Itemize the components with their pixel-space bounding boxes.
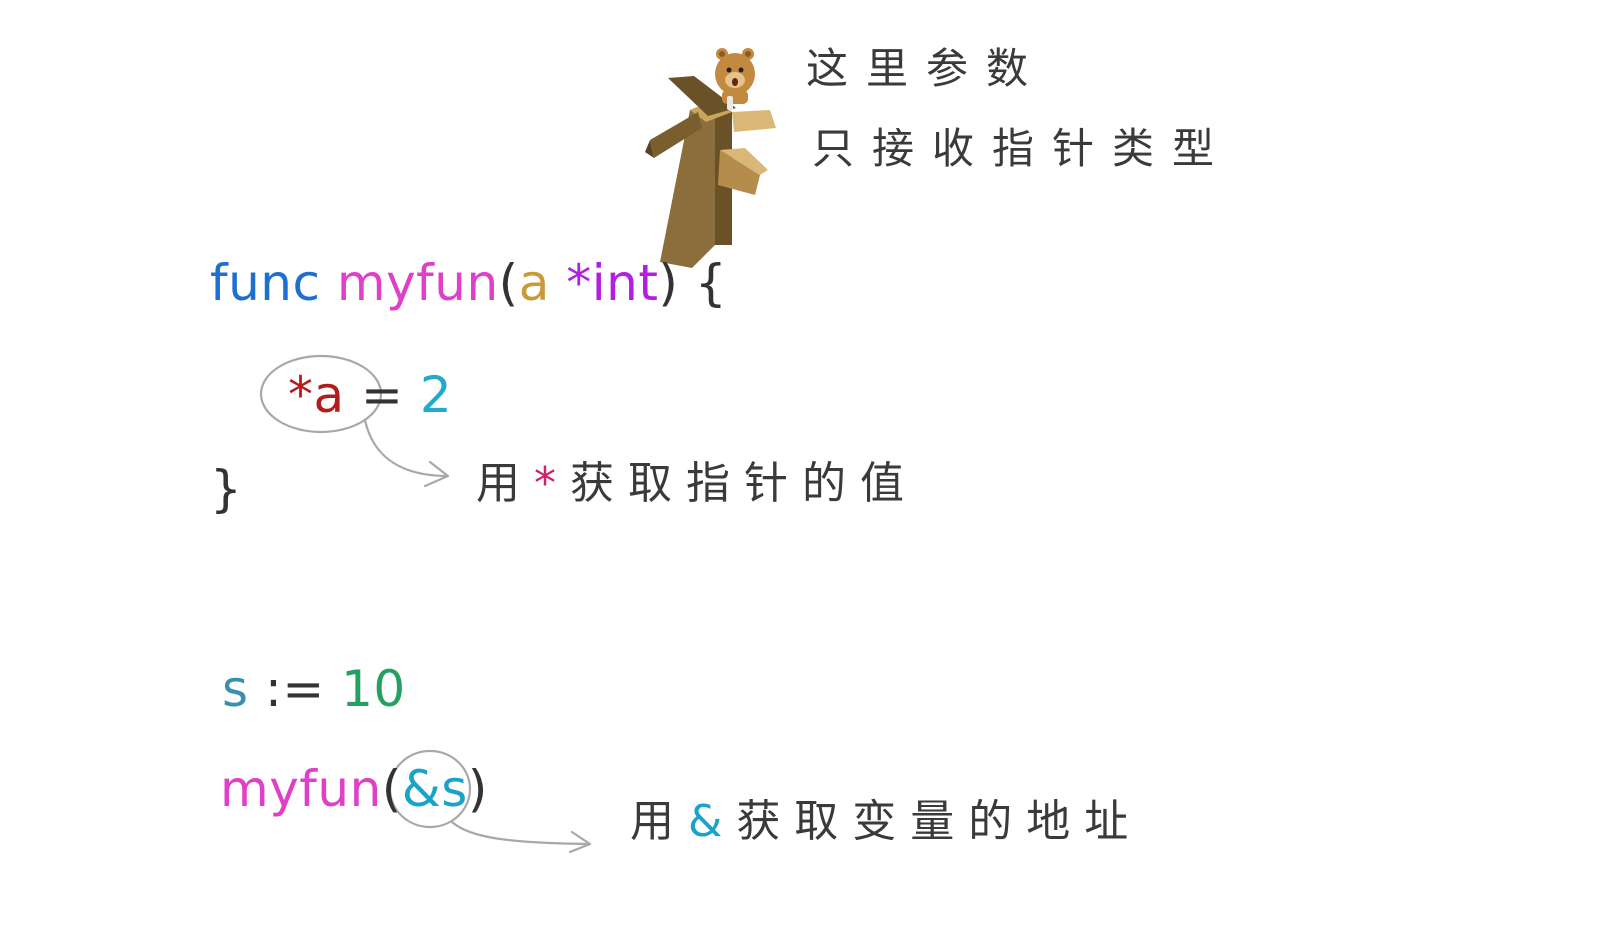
var-name: s — [222, 660, 249, 718]
bear-on-signpost-icon — [645, 48, 776, 268]
func-call: myfun(&s) — [220, 764, 488, 814]
short-assign-operator: := — [264, 660, 325, 718]
var-declaration: s := 10 — [222, 664, 406, 714]
func-close-brace: } — [210, 460, 243, 518]
note-deref-suffix: 获取指针的值 — [570, 458, 918, 509]
func-keyword: func — [210, 254, 321, 312]
note-address: 用&获取变量的地址 — [630, 800, 1142, 844]
note-address-suffix: 获取变量的地址 — [736, 796, 1143, 847]
func-close-paren: ) — [658, 254, 679, 312]
note-deref-prefix: 用 — [476, 458, 534, 509]
note-top-line2: 只接收指针类型 — [812, 124, 1233, 173]
note-top-line1: 这里参数 — [806, 44, 1047, 93]
var-value: 10 — [341, 660, 406, 718]
note-address-symbol: & — [688, 796, 737, 847]
address-of-expression: &s — [401, 760, 468, 818]
call-open-paren: ( — [381, 760, 402, 818]
param-name: a — [518, 254, 550, 312]
func-signature: func myfun(a *int) { — [210, 258, 727, 308]
assign-operator: = — [361, 366, 404, 424]
call-close-paren: ) — [467, 760, 488, 818]
assign-value: 2 — [419, 366, 453, 424]
address-arrow — [450, 820, 590, 846]
param-pointer-type: *int — [566, 254, 659, 312]
call-func-name: myfun — [220, 760, 382, 818]
func-name: myfun — [336, 254, 499, 312]
func-body-statement: *a = 2 — [288, 370, 452, 420]
address-arrowhead — [568, 830, 592, 854]
note-deref-symbol: * — [534, 458, 570, 509]
deref-arrow — [363, 418, 447, 478]
func-open-paren: ( — [498, 254, 519, 312]
func-open-brace: { — [694, 254, 728, 312]
note-address-prefix: 用 — [630, 796, 688, 847]
note-deref: 用*获取指针的值 — [476, 462, 918, 506]
deref-expression: *a — [288, 366, 345, 424]
